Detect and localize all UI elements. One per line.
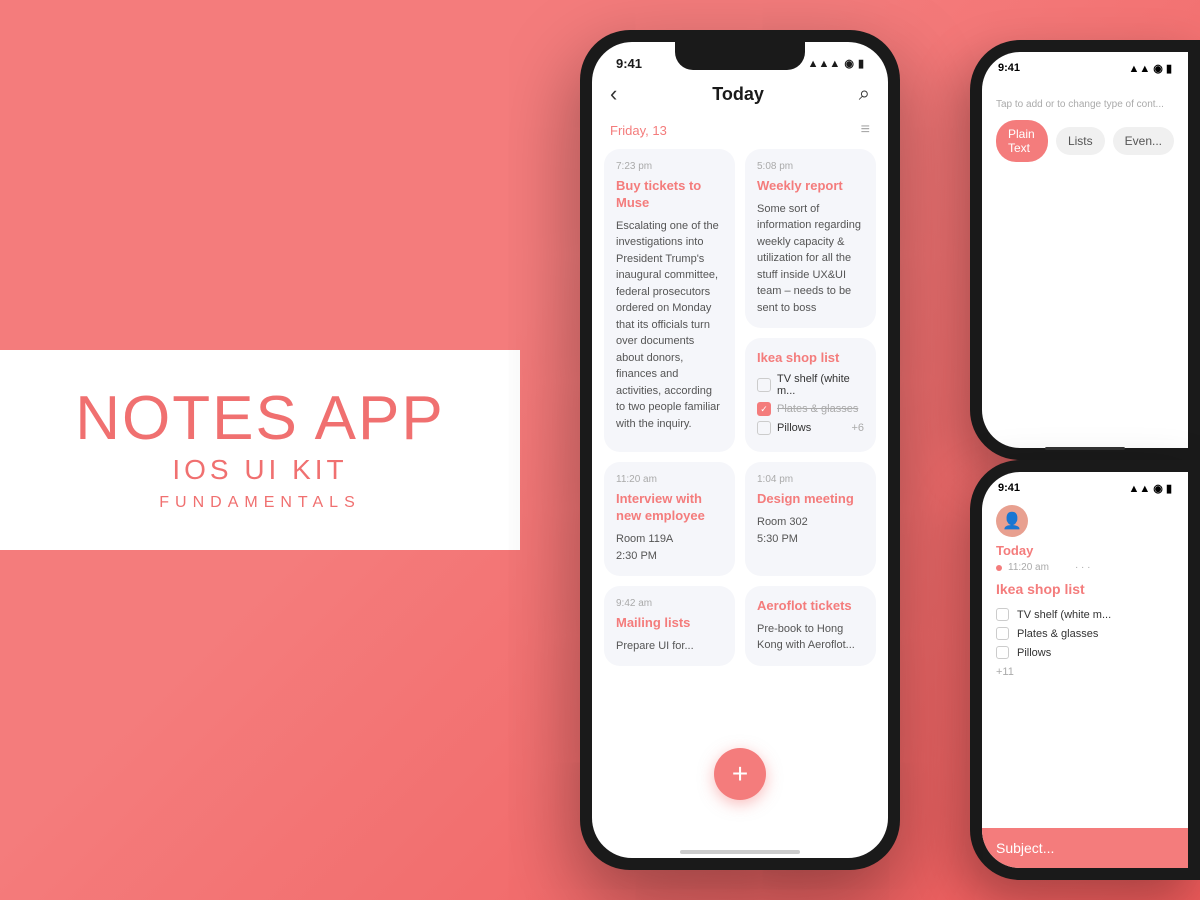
filter-icon[interactable]: ≡ bbox=[861, 121, 870, 139]
event-button[interactable]: Even... bbox=[1113, 127, 1174, 155]
note-card-buy-tickets[interactable]: 7:23 pm Buy tickets to Muse Escalating o… bbox=[604, 149, 735, 452]
rb-checklist-item-pillows: Pillows bbox=[982, 643, 1188, 662]
battery-icon: ▮ bbox=[858, 57, 864, 70]
plus-count: +6 bbox=[851, 422, 864, 434]
checkbox-pillows[interactable] bbox=[757, 421, 771, 435]
dots-separator: · · · bbox=[1075, 562, 1091, 573]
checklist-text: Plates & glasses bbox=[777, 403, 858, 415]
date-header: Friday, 13 ≡ bbox=[592, 117, 888, 149]
background: NOTES APP IOS UI KIT FUNDAMENTALS 9:41 ▲… bbox=[0, 0, 1200, 900]
rb-checklist-item-tv: TV shelf (white m... bbox=[982, 605, 1188, 624]
rt-content: Tap to add or to change type of cont... … bbox=[982, 79, 1188, 176]
status-icons: ▲▲▲ ◉ ▮ bbox=[808, 57, 864, 70]
checklist-item: Plates & glasses bbox=[757, 402, 864, 416]
signal-icon: ▲▲▲ bbox=[808, 58, 841, 70]
rt-hint: Tap to add or to change type of cont... bbox=[996, 99, 1174, 110]
app-title: NOTES APP bbox=[75, 388, 444, 450]
date-label: Friday, 13 bbox=[610, 123, 667, 138]
note-title: Aeroflot tickets bbox=[757, 598, 864, 615]
rb-checkbox-plates[interactable] bbox=[996, 627, 1009, 640]
app-sub2: FUNDAMENTALS bbox=[159, 494, 361, 512]
note-time: 11:20 am bbox=[616, 474, 723, 485]
note-text: Some sort of information regarding weekl… bbox=[757, 201, 864, 317]
note-time: 5:08 pm bbox=[757, 161, 864, 172]
notes-scroll[interactable]: 7:23 pm Buy tickets to Muse Escalating o… bbox=[592, 149, 888, 846]
rb-card-title: Ikea shop list bbox=[982, 581, 1188, 605]
note-card-interview[interactable]: 11:20 am Interview with new employee Roo… bbox=[604, 462, 735, 576]
wifi-icon: ◉ bbox=[844, 57, 854, 70]
note-time: 1:04 pm bbox=[757, 474, 864, 485]
checkbox-tv[interactable] bbox=[757, 378, 771, 392]
notes-grid: 7:23 pm Buy tickets to Muse Escalating o… bbox=[604, 149, 876, 666]
rb-checklist-item-plates: Plates & glasses bbox=[982, 624, 1188, 643]
rb-check-text-plates: Plates & glasses bbox=[1017, 628, 1098, 640]
note-text: Prepare UI for... bbox=[616, 638, 723, 655]
status-time-rt: 9:41 bbox=[998, 62, 1020, 75]
rb-checkbox-pillows[interactable] bbox=[996, 646, 1009, 659]
note-time: 9:42 am bbox=[616, 598, 723, 609]
lists-button[interactable]: Lists bbox=[1056, 127, 1105, 155]
note-text: Escalating one of the investigations int… bbox=[616, 218, 723, 433]
note-title: Interview with new employee bbox=[616, 491, 723, 525]
add-button[interactable]: + bbox=[714, 748, 766, 800]
subject-placeholder: Subject... bbox=[996, 840, 1054, 856]
note-time: 7:23 pm bbox=[616, 161, 723, 172]
checklist-item: Pillows +6 bbox=[757, 421, 864, 435]
plain-text-button[interactable]: Plain Text bbox=[996, 120, 1048, 162]
subject-bar[interactable]: Subject... bbox=[982, 828, 1188, 868]
checklist-text: TV shelf (white m... bbox=[777, 373, 864, 397]
home-indicator-rt bbox=[1045, 447, 1125, 448]
time-indicator: 11:20 am · · · bbox=[982, 562, 1188, 581]
note-title: Mailing lists bbox=[616, 615, 723, 632]
rb-checkbox-tv[interactable] bbox=[996, 608, 1009, 621]
note-card-design-meeting[interactable]: 1:04 pm Design meeting Room 3025:30 PM bbox=[745, 462, 876, 576]
app-subtitle: IOS UI KIT bbox=[172, 454, 347, 486]
today-label: Today bbox=[982, 543, 1188, 562]
note-text: Pre-book to Hong Kong with Aeroflot... bbox=[757, 621, 864, 654]
note-title: Weekly report bbox=[757, 178, 864, 195]
note-card-mailing[interactable]: 9:42 am Mailing lists Prepare UI for... bbox=[604, 586, 735, 666]
rb-check-text-pillows: Pillows bbox=[1017, 647, 1051, 659]
home-indicator bbox=[680, 850, 800, 854]
rt-buttons: Plain Text Lists Even... bbox=[996, 120, 1174, 162]
note-title: Ikea shop list bbox=[757, 350, 864, 367]
nav-title: Today bbox=[712, 84, 764, 105]
right-top-phone: 9:41 ▲▲ ◉ ▮ Tap to add or to change type… bbox=[970, 40, 1200, 460]
note-text: Room 119A2:30 PM bbox=[616, 531, 723, 564]
status-time-rb: 9:41 bbox=[998, 482, 1020, 495]
profile-avatar: 👤 bbox=[996, 505, 1028, 537]
status-icons-rt: ▲▲ ◉ ▮ bbox=[1128, 62, 1172, 75]
note-title: Design meeting bbox=[757, 491, 864, 508]
nav-bar: ‹ Today ⌕ bbox=[592, 77, 888, 117]
main-phone-screen: 9:41 ▲▲▲ ◉ ▮ ‹ Today ⌕ Friday, 13 ≡ bbox=[592, 42, 888, 858]
right-bottom-screen: 9:41 ▲▲ ◉ ▮ 👤 Today 11:20 am · · · Ikea … bbox=[982, 472, 1188, 868]
note-card-weekly-report[interactable]: 5:08 pm Weekly report Some sort of infor… bbox=[745, 149, 876, 328]
right-top-screen: 9:41 ▲▲ ◉ ▮ Tap to add or to change type… bbox=[982, 52, 1188, 448]
checklist-text: Pillows bbox=[777, 422, 811, 434]
status-bar-rb: 9:41 ▲▲ ◉ ▮ bbox=[982, 472, 1188, 499]
phone-notch bbox=[675, 42, 805, 70]
status-icons-rb: ▲▲ ◉ ▮ bbox=[1128, 482, 1172, 495]
right-bottom-phone: 9:41 ▲▲ ◉ ▮ 👤 Today 11:20 am · · · Ikea … bbox=[970, 460, 1200, 880]
note-card-aeroflot[interactable]: Aeroflot tickets Pre-book to Hong Kong w… bbox=[745, 586, 876, 666]
note-card-ikea[interactable]: Ikea shop list TV shelf (white m... Plat… bbox=[745, 338, 876, 452]
search-button[interactable]: ⌕ bbox=[859, 83, 870, 106]
branding-band: NOTES APP IOS UI KIT FUNDAMENTALS bbox=[0, 350, 520, 550]
rb-check-text-tv: TV shelf (white m... bbox=[1017, 609, 1111, 621]
rb-plus-count: +11 bbox=[982, 662, 1188, 682]
note-title: Buy tickets to Muse bbox=[616, 178, 723, 212]
main-phone: 9:41 ▲▲▲ ◉ ▮ ‹ Today ⌕ Friday, 13 ≡ bbox=[580, 30, 900, 870]
dot-indicator bbox=[996, 565, 1002, 571]
back-button[interactable]: ‹ bbox=[610, 81, 617, 107]
status-bar-rt: 9:41 ▲▲ ◉ ▮ bbox=[982, 52, 1188, 79]
note-time-rb: 11:20 am bbox=[1008, 562, 1049, 573]
checklist-item: TV shelf (white m... bbox=[757, 373, 864, 397]
checkbox-plates[interactable] bbox=[757, 402, 771, 416]
status-time: 9:41 bbox=[616, 56, 642, 71]
note-text: Room 3025:30 PM bbox=[757, 514, 864, 547]
